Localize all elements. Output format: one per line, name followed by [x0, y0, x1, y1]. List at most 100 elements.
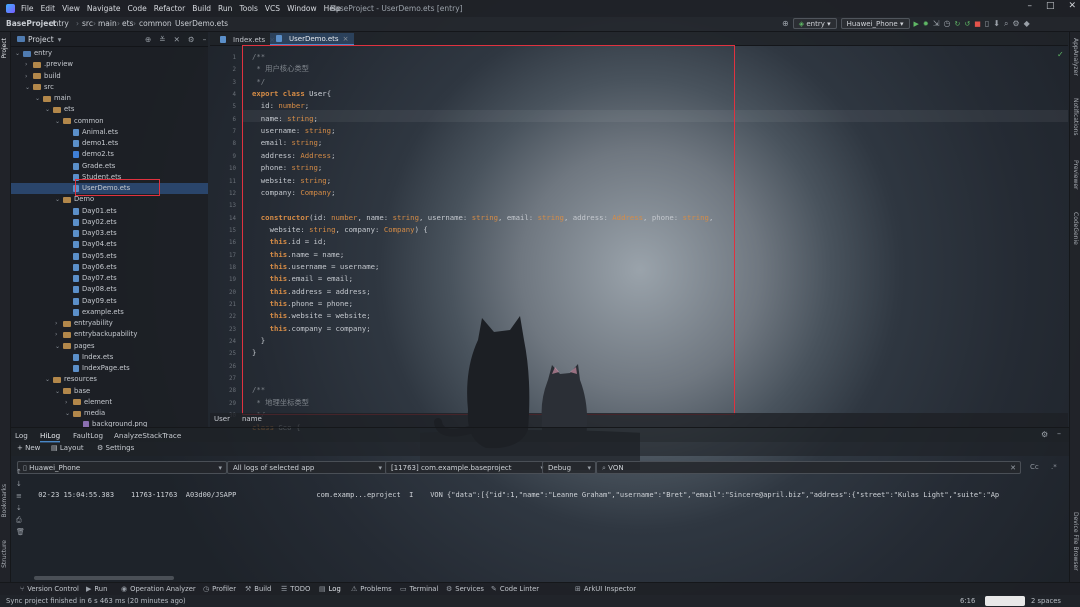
restart-icon[interactable]: ↻: [954, 20, 960, 28]
tree-item[interactable]: Day09.ets: [11, 296, 117, 307]
cursor-position[interactable]: 6:16: [960, 597, 975, 605]
tool-services[interactable]: ⚙ Services: [446, 585, 484, 593]
chevron-right-icon[interactable]: ›: [55, 318, 63, 329]
collapse-all-icon[interactable]: ≚: [159, 35, 165, 44]
close-icon[interactable]: ✕: [1068, 1, 1076, 11]
print-icon[interactable]: ⎙: [16, 514, 25, 526]
scope-filter-select[interactable]: All logs of selected app ▾: [227, 461, 387, 474]
tree-item[interactable]: ⌄ src: [11, 82, 54, 93]
tree-item[interactable]: › .preview: [11, 59, 73, 70]
menu-item-run[interactable]: Run: [218, 4, 232, 13]
tree-item[interactable]: › build: [11, 71, 61, 82]
tree-item[interactable]: ⌄ pages: [11, 341, 95, 352]
chevron-down-icon[interactable]: ▾: [58, 35, 62, 44]
tab-faultlog[interactable]: FaultLog: [73, 431, 103, 440]
project-tool-tab[interactable]: Project: [1, 38, 8, 59]
tree-item[interactable]: Day08.ets: [11, 284, 117, 295]
new-log-button[interactable]: + New: [17, 444, 40, 452]
tree-item[interactable]: ⌄ base: [11, 386, 90, 397]
inspection-ok-icon[interactable]: ✓: [1057, 50, 1064, 59]
tree-item[interactable]: Day06.ets: [11, 262, 117, 273]
breadcrumb-common[interactable]: common: [139, 19, 172, 28]
gear-icon[interactable]: ⚙: [1041, 430, 1048, 439]
debug-icon[interactable]: ✹: [923, 20, 929, 28]
log-search-input[interactable]: ⌕ VON ✕: [596, 461, 1021, 474]
hide-icon[interactable]: –: [1057, 429, 1061, 438]
tree-item[interactable]: › element: [11, 397, 112, 408]
tree-item[interactable]: ⌄ entry: [11, 48, 52, 59]
run-icon[interactable]: ▶: [914, 20, 919, 28]
tree-item[interactable]: › entrybackupability: [11, 329, 137, 340]
expand-icon[interactable]: ✕: [174, 35, 180, 44]
tree-item[interactable]: Day05.ets: [11, 251, 117, 262]
chevron-down-icon[interactable]: ⌄: [45, 104, 53, 115]
menu-item-view[interactable]: View: [62, 4, 80, 13]
profile-icon[interactable]: ◷: [943, 19, 950, 28]
structure-tool-tab[interactable]: Structure: [1, 540, 8, 568]
codegenie-tab[interactable]: CodeGenie: [1072, 212, 1079, 245]
notifications-tab[interactable]: Notifications: [1072, 98, 1079, 136]
gear-icon[interactable]: ⚙: [188, 35, 195, 44]
menu-item-code[interactable]: Code: [128, 4, 147, 13]
editor-breadcrumb-member[interactable]: name: [242, 415, 262, 423]
level-filter-select[interactable]: Debug ▾: [542, 461, 596, 474]
maximize-icon[interactable]: □: [1046, 1, 1055, 11]
match-case-toggle[interactable]: Cc: [1030, 463, 1039, 471]
chevron-down-icon[interactable]: ⌄: [35, 93, 43, 104]
hide-icon[interactable]: –: [203, 35, 207, 44]
apply-changes-icon[interactable]: ↺: [964, 20, 970, 28]
menu-item-refactor[interactable]: Refactor: [154, 4, 185, 13]
input-method-indicator[interactable]: [985, 596, 1025, 606]
tree-item[interactable]: Day03.ets: [11, 228, 117, 239]
indent-setting[interactable]: 2 spaces: [1031, 597, 1061, 605]
chevron-down-icon[interactable]: ⌄: [45, 374, 53, 385]
sdk-icon[interactable]: ⬇: [993, 19, 1000, 28]
breadcrumb-ets[interactable]: ets: [122, 19, 133, 28]
chevron-down-icon[interactable]: ⌄: [65, 408, 73, 419]
settings-icon[interactable]: ⚙: [1012, 19, 1019, 28]
project-panel-title[interactable]: Project: [28, 35, 54, 44]
logo-icon[interactable]: ◆: [1024, 19, 1030, 28]
stop-icon[interactable]: ■: [974, 20, 981, 28]
menu-item-build[interactable]: Build: [192, 4, 211, 13]
breadcrumb-file[interactable]: UserDemo.ets: [175, 19, 228, 28]
device-manager-icon[interactable]: ▯: [985, 19, 989, 28]
layout-button[interactable]: ▤ Layout: [51, 444, 84, 452]
regex-toggle[interactable]: .*: [1051, 463, 1057, 471]
soft-wrap-icon[interactable]: ≡: [16, 490, 25, 502]
tool-problems[interactable]: ⚠ Problems: [351, 585, 392, 593]
clear-log-icon[interactable]: 🗑: [16, 526, 25, 538]
device-filter-select[interactable]: ▯ Huawei_Phone ▾: [17, 461, 227, 474]
chevron-right-icon[interactable]: ›: [55, 329, 63, 340]
tree-item[interactable]: › entryability: [11, 318, 113, 329]
chevron-down-icon[interactable]: ⌄: [55, 341, 63, 352]
tree-item[interactable]: Day02.ets: [11, 217, 117, 228]
clear-search-icon[interactable]: ✕: [1010, 462, 1016, 474]
editor-breadcrumb-class[interactable]: User: [214, 415, 230, 423]
tool-operation-analyzer[interactable]: ◉ Operation Analyzer: [121, 585, 196, 593]
search-icon[interactable]: ⌕: [1004, 19, 1008, 29]
breadcrumb-src[interactable]: src: [82, 19, 93, 28]
scroll-up-icon[interactable]: ↑: [16, 466, 25, 478]
scroll-end-icon[interactable]: ⇣: [16, 502, 25, 514]
tree-item[interactable]: Grade.ets: [11, 161, 115, 172]
tree-item[interactable]: demo2.ts: [11, 149, 114, 160]
module-selector[interactable]: ◈ entry ▾: [792, 18, 837, 29]
tree-item[interactable]: IndexPage.ets: [11, 363, 130, 374]
chevron-down-icon[interactable]: ⌄: [55, 116, 63, 127]
tree-item[interactable]: Day07.ets: [11, 273, 117, 284]
close-icon[interactable]: ×: [343, 33, 349, 45]
chevron-down-icon[interactable]: ⌄: [55, 194, 63, 205]
locate-icon[interactable]: ⊕: [145, 35, 151, 44]
menu-item-edit[interactable]: Edit: [41, 4, 56, 13]
tree-item[interactable]: Index.ets: [11, 352, 113, 363]
menu-item-window[interactable]: Window: [287, 4, 317, 13]
menu-item-navigate[interactable]: Navigate: [87, 4, 121, 13]
tool-code-linter[interactable]: ✎ Code Linter: [491, 585, 539, 593]
tree-item[interactable]: demo1.ets: [11, 138, 118, 149]
settings-button[interactable]: ⚙ Settings: [97, 444, 134, 452]
breadcrumb-entry[interactable]: entry: [49, 19, 69, 28]
app-analyzer-tab[interactable]: AppAnalyzer: [1072, 38, 1079, 76]
chevron-right-icon[interactable]: ›: [25, 59, 33, 70]
tool-arkui-inspector[interactable]: ⊞ ArkUI Inspector: [575, 585, 636, 593]
